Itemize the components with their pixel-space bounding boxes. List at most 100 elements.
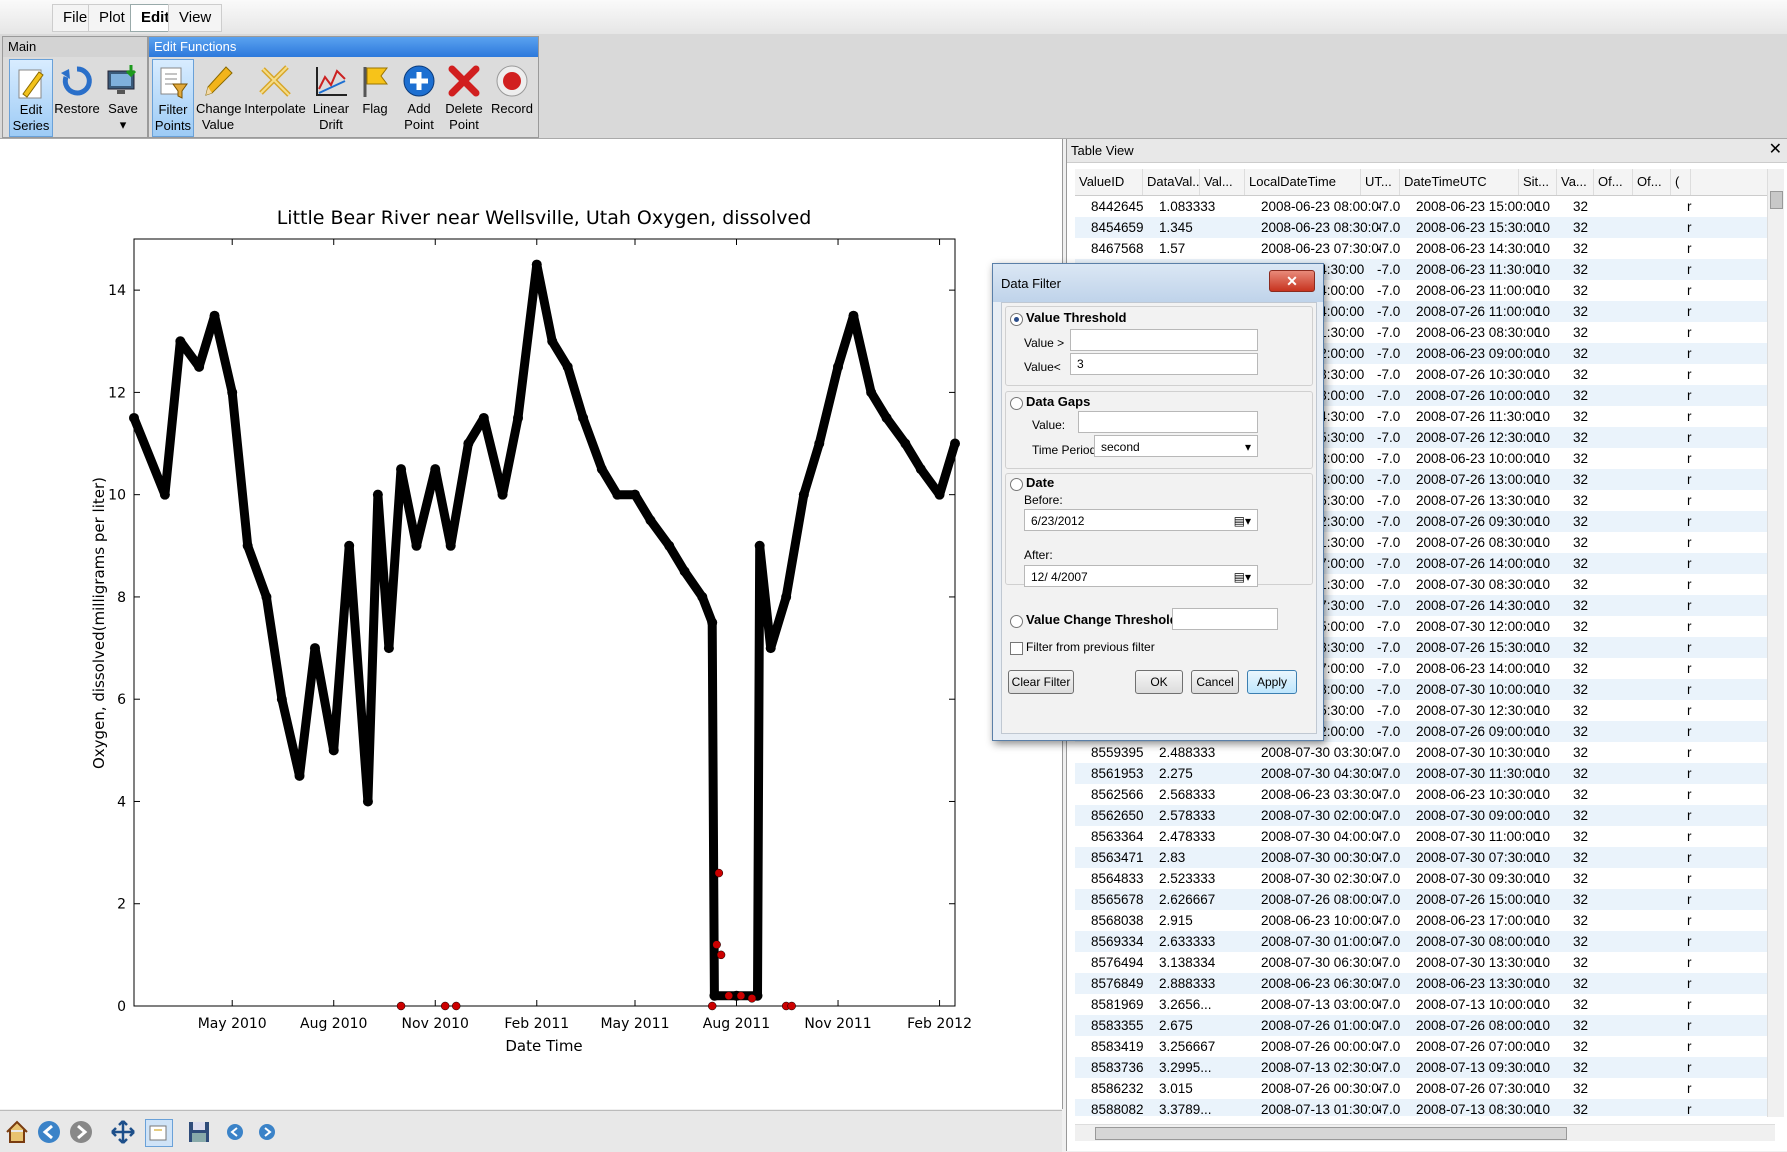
horizontal-scrollbar[interactable] [1075,1124,1775,1141]
table-row[interactable]: 8581969 3.2656... 2008-07-13 03:00:00 -7.0 2… [1075,994,1775,1015]
restore-button[interactable]: Restore [53,59,101,135]
pan-icon[interactable] [110,1119,136,1145]
calendar-icon[interactable]: ▤▾ [1234,566,1251,588]
value-gt-input[interactable] [1070,329,1258,351]
table-row[interactable]: 8583736 3.2995... 2008-07-13 02:30:00 -7.0 2… [1075,1057,1775,1078]
record-button[interactable]: Record [489,59,535,135]
column-header[interactable]: Val... [1200,169,1245,195]
column-header[interactable]: UT... [1361,169,1400,195]
table-row[interactable]: 8563471 2.83 2008-07-30 00:30:00 -7.0 2008-0… [1075,847,1775,868]
calendar-icon[interactable]: ▤▾ [1234,510,1251,532]
table-row[interactable]: 8576849 2.888333 2008-06-23 06:30:00 -7.0 20… [1075,973,1775,994]
after-date-picker[interactable]: 12/ 4/2007 ▤▾ [1024,565,1258,587]
table-row[interactable]: 8568038 2.915 2008-06-23 10:00:00 -7.0 2008-… [1075,910,1775,931]
column-header[interactable]: Sit... [1519,169,1557,195]
table-row[interactable]: 8583419 3.256667 2008-07-26 00:00:00 -7.0 20… [1075,1036,1775,1057]
table-row[interactable]: 8564833 2.523333 2008-07-30 02:30:00 -7.0 20… [1075,868,1775,889]
close-icon[interactable]: ✕ [1769,139,1782,159]
column-header[interactable]: ValueID [1075,169,1143,195]
column-header[interactable]: Va... [1557,169,1594,195]
data-point [596,464,607,475]
table-row[interactable]: 8561953 2.275 2008-07-30 04:30:00 -7.0 2008-… [1075,763,1775,784]
value-threshold-radio[interactable] [1010,313,1023,326]
table-row[interactable]: 8569334 2.633333 2008-07-30 01:00:00 -7.0 20… [1075,931,1775,952]
delete-point-button[interactable]: Delete Point [443,59,485,135]
filter-points-button[interactable]: Filter Points [152,59,194,137]
value-lt-input[interactable] [1070,353,1258,375]
menu-view[interactable]: View [168,4,223,32]
column-header[interactable]: LocalDateTime [1245,169,1361,195]
table-cell: 2008-07-26 11:00:00 [1416,304,1539,319]
x-tick-label: May 2011 [600,1016,669,1032]
table-row[interactable]: 8454659 1.345 2008-06-23 08:30:00 -7.0 2008-… [1075,217,1775,238]
value-change-radio[interactable] [1010,615,1023,628]
dialog-close-button[interactable]: ✕ [1269,270,1315,292]
table-row[interactable]: 8565678 2.626667 2008-07-26 08:00:00 -7.0 20… [1075,889,1775,910]
value-change-input[interactable] [1172,608,1278,630]
table-row[interactable]: 8583355 2.675 2008-07-26 01:00:00 -7.0 2008-… [1075,1015,1775,1036]
forward-icon[interactable] [68,1119,94,1145]
home-icon[interactable] [4,1119,30,1145]
table-row[interactable]: 8442645 1.083333 2008-06-23 08:00:00 -7.0 20… [1075,196,1775,217]
table-cell: r [1687,493,1692,508]
linear-drift-button[interactable]: Linear Drift [309,59,353,135]
edit-series-button[interactable]: Edit Series [9,59,53,137]
add-point-button[interactable]: Add Point [399,59,439,135]
flag-button[interactable]: Flag [357,59,393,135]
menu-plot[interactable]: Plot [88,4,136,32]
data-gaps-radio[interactable] [1010,397,1023,410]
change-value-button[interactable]: Change Value [196,59,242,135]
next-icon[interactable] [254,1119,280,1145]
before-date-picker[interactable]: 6/23/2012 ▤▾ [1024,509,1258,531]
table-cell: 10 [1535,241,1551,256]
scroll-thumb[interactable] [1770,191,1783,209]
time-period-select[interactable]: second ▾ [1094,435,1258,457]
prev-icon[interactable] [222,1119,248,1145]
plot-panel[interactable]: Little Bear River near Wellsville, Utah … [0,139,1063,1109]
table-cell: -7.0 [1377,1018,1401,1033]
table-row[interactable]: 8588082 3.3789... 2008-07-13 01:30:00 -7.0 2… [1075,1099,1775,1116]
save-icon[interactable] [186,1119,212,1145]
save-button[interactable]: Save ▾ [103,59,143,135]
table-cell: -7.0 [1377,388,1401,403]
save-dropdown-icon[interactable]: ▾ [120,117,127,132]
date-radio[interactable] [1010,478,1023,491]
column-header[interactable]: Of... [1633,169,1671,195]
interpolate-button[interactable]: Interpolate [244,59,306,135]
table-cell: r [1687,346,1692,361]
table-row[interactable]: 8559395 2.488333 2008-07-30 03:30:00 -7.0 20… [1075,742,1775,763]
zoom-icon[interactable] [145,1119,173,1147]
ok-button[interactable]: OK [1135,670,1183,694]
table-row[interactable]: 8563364 2.478333 2008-07-30 04:00:00 -7.0 20… [1075,826,1775,847]
ribbon-group-title: Edit Functions [149,37,538,57]
table-cell: -7.0 [1377,241,1401,256]
previous-filter-checkbox[interactable] [1010,642,1023,655]
table-cell: 2008-07-13 10:00:00 [1416,997,1539,1012]
column-header[interactable]: DateTimeUTC [1400,169,1519,195]
apply-button[interactable]: Apply [1247,670,1297,694]
table-cell: 8442645 [1091,199,1144,214]
pencil-icon [205,66,233,96]
clear-filter-button[interactable]: Clear Filter [1008,670,1074,694]
table-row[interactable]: 8562566 2.568333 2008-06-23 03:30:00 -7.0 20… [1075,784,1775,805]
table-cell: 2008-07-30 13:30:00 [1416,955,1539,970]
column-header[interactable]: DataVal... [1143,169,1200,195]
vertical-scrollbar[interactable] [1767,169,1784,1117]
data-point [430,464,441,475]
column-header[interactable]: Of... [1594,169,1633,195]
table-row[interactable]: 8467568 1.57 2008-06-23 07:30:00 -7.0 2008-0… [1075,238,1775,259]
scroll-thumb[interactable] [1095,1127,1567,1140]
cancel-button[interactable]: Cancel [1191,670,1239,694]
data-gaps-value-input[interactable] [1078,411,1258,433]
dialog-titlebar[interactable]: Data Filter ✕ [993,264,1323,302]
table-row[interactable]: 8562650 2.578333 2008-07-30 02:00:00 -7.0 20… [1075,805,1775,826]
back-icon[interactable] [36,1119,62,1145]
oxygen-chart[interactable]: Little Bear River near Wellsville, Utah … [0,139,1062,1109]
column-header[interactable]: ( [1671,169,1691,195]
table-row[interactable]: 8576494 3.138334 2008-07-30 06:30:00 -7.0 20… [1075,952,1775,973]
table-row[interactable]: 8586232 3.015 2008-07-26 00:30:00 -7.0 2008-… [1075,1078,1775,1099]
table-cell: 10 [1535,808,1551,823]
table-cell: 2008-07-26 15:00:00 [1416,892,1539,907]
dialog-title: Data Filter [1001,276,1061,291]
table-cell: 8562650 [1091,808,1144,823]
